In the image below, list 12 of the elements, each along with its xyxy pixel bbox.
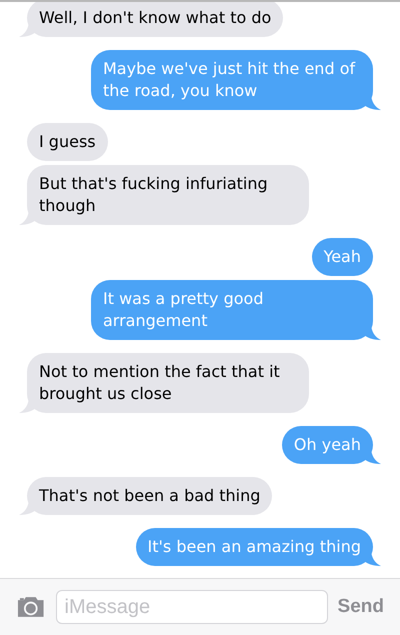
message-bubble: Oh yeah	[282, 426, 373, 464]
message-bubble: Maybe we've just hit the end of the road, you know	[91, 50, 373, 110]
message-bubble: That's not been a bad thing	[27, 477, 272, 515]
message-bubble: It was a pretty good arrangement	[91, 280, 373, 340]
message-bubble: I guess	[27, 123, 108, 161]
camera-icon[interactable]	[16, 595, 46, 619]
message-bubble: Yeah	[312, 238, 373, 276]
message-input-field[interactable]: iMessage	[56, 590, 328, 624]
message-bubble: Not to mention the fact that it brought us close	[27, 353, 309, 413]
message-bubble: It's been an amazing thing	[136, 528, 373, 566]
send-button[interactable]: Send	[338, 592, 384, 622]
message-bubble: But that's fucking infuriating though	[27, 165, 309, 225]
